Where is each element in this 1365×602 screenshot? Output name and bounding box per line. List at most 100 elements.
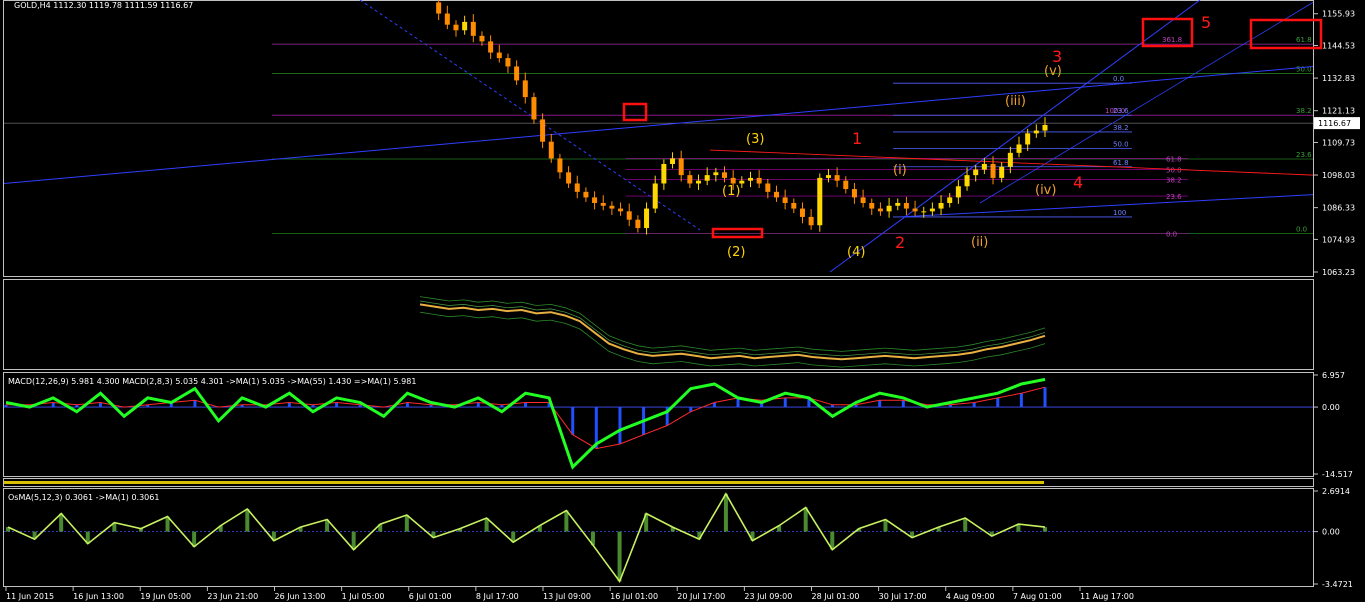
- price-axis-label: 1121.13: [1322, 107, 1355, 116]
- candle-body: [522, 80, 528, 98]
- candle-body: [791, 202, 797, 209]
- wave-label-orange: (iii): [1005, 94, 1026, 109]
- candle-body: [566, 172, 572, 184]
- wave-label-yellow: (3): [746, 132, 764, 147]
- price-axis-label: 1086.33: [1322, 204, 1355, 213]
- candle-body: [999, 166, 1005, 178]
- price-axis-label: 1098.03: [1322, 171, 1355, 180]
- candle-body: [860, 197, 866, 203]
- candle-body: [799, 208, 805, 217]
- wave-label-orange: (iv): [1035, 183, 1056, 198]
- candle-body: [808, 216, 814, 226]
- time-axis-label: 6 Jul 01:00: [409, 592, 452, 601]
- candle-body: [1007, 152, 1013, 167]
- time-axis-label: 11 Aug 17:00: [1080, 592, 1134, 601]
- fib-label-mid: 0.0: [1113, 75, 1124, 83]
- candle-body: [505, 58, 511, 67]
- time-axis-label: 7 Aug 01:00: [1013, 592, 1062, 601]
- time-axis-label: 28 Jul 01:00: [812, 592, 860, 601]
- wave-label-yellow: (2): [727, 245, 745, 260]
- candle-body: [869, 202, 875, 209]
- candle-body: [825, 175, 831, 178]
- candle-body: [592, 197, 598, 203]
- time-axis-label: 4 Aug 09:00: [946, 592, 995, 601]
- candle-body: [773, 191, 779, 198]
- candle-body: [886, 205, 892, 212]
- time-axis-label: 8 Jul 17:00: [476, 592, 519, 601]
- candle-body: [704, 175, 710, 181]
- osma-title: OsMA(5,12,3) 0.3061 ->MA(1) 0.3061: [8, 493, 159, 502]
- chart-title: GOLD,H4 1112.30 1119.78 1111.59 1116.67: [14, 1, 193, 10]
- candle-body: [661, 163, 667, 184]
- candle-body: [635, 219, 641, 229]
- candle-body: [834, 175, 840, 181]
- candle-body: [462, 21, 468, 31]
- candle-body: [514, 66, 520, 81]
- candle-body: [453, 24, 459, 31]
- candle-body: [713, 172, 719, 176]
- fib-extension-label: 361.8: [1162, 36, 1182, 44]
- candle-body: [1042, 124, 1048, 131]
- time-axis-label: 16 Jul 01:00: [610, 592, 658, 601]
- time-axis-label: 1 Jul 05:00: [342, 592, 385, 601]
- fib-label-small: 23.6: [1166, 193, 1182, 201]
- time-axis-label: 30 Jul 17:00: [879, 592, 927, 601]
- candle-body: [479, 35, 485, 42]
- fib-label-right: 23.6: [1296, 151, 1312, 159]
- candle-body: [1033, 130, 1039, 134]
- wave-label-orange: (ii): [971, 235, 988, 250]
- candle-body: [765, 183, 771, 192]
- trading-chart[interactable]: GOLD,H4 1112.30 1119.78 1111.59 1116.67 …: [0, 0, 1365, 602]
- candle-body: [678, 158, 684, 176]
- time-axis-label: 23 Jul 09:00: [744, 592, 792, 601]
- candle-body: [548, 141, 554, 159]
- fib-label-mid: 38.2: [1113, 124, 1129, 132]
- candle-body: [782, 197, 788, 203]
- time-axis-label: 26 Jun 13:00: [275, 592, 326, 601]
- candle-body: [470, 21, 476, 36]
- time-axis-label: 13 Jul 09:00: [543, 592, 591, 601]
- candle-body: [851, 189, 857, 198]
- candle-body: [652, 183, 658, 209]
- fib-label-mid: 61.8: [1113, 159, 1129, 167]
- fib-label-small: 38.2: [1166, 176, 1182, 184]
- candle-body: [609, 205, 615, 209]
- candle-body: [730, 177, 736, 184]
- candle-body: [557, 158, 563, 173]
- fib-label-small: 50.0: [1166, 167, 1182, 175]
- macd-title: MACD(12,26,9) 5.981 4.300 MACD(2,8,3) 5.…: [8, 377, 416, 386]
- fib-label-mid: 100: [1113, 209, 1126, 217]
- candle-body: [496, 52, 502, 59]
- candle-body: [747, 177, 753, 181]
- candle-body: [973, 169, 979, 176]
- wave-label-orange: (v): [1044, 64, 1062, 79]
- candle-body: [687, 175, 693, 184]
- candle-body: [444, 13, 450, 25]
- candle-body: [722, 172, 728, 178]
- candle-body: [756, 177, 762, 184]
- time-axis-label: 23 Jun 21:00: [207, 592, 258, 601]
- price-axis-label: 1074.93: [1322, 235, 1355, 244]
- time-axis-label: 19 Jun 05:00: [140, 592, 191, 601]
- macd-axis-label: 0.00: [1322, 403, 1340, 412]
- candle-body: [488, 41, 494, 53]
- candle-body: [540, 119, 546, 142]
- time-axis-label: 16 Jun 13:00: [73, 592, 124, 601]
- fib-label-small: 0.0: [1166, 231, 1177, 239]
- fib-label-mid: 50.0: [1113, 141, 1129, 149]
- candle-body: [626, 211, 632, 220]
- osma-axis-label: 0.00: [1322, 528, 1340, 537]
- osma-axis-label: -3.4721: [1322, 580, 1353, 589]
- candle-body: [903, 202, 909, 209]
- candle-body: [436, 2, 442, 14]
- candle-body: [912, 208, 918, 212]
- chart-background: [0, 0, 1365, 602]
- macd-axis-label: -14.517: [1322, 470, 1353, 479]
- wave-label-red: 4: [1073, 173, 1083, 192]
- candle-body: [843, 180, 849, 190]
- thin-pane-stripe: [4, 481, 1044, 484]
- candle-body: [981, 163, 987, 170]
- candle-body: [600, 202, 606, 206]
- candle-body: [817, 177, 823, 226]
- wave-label-yellow: (4): [847, 245, 865, 260]
